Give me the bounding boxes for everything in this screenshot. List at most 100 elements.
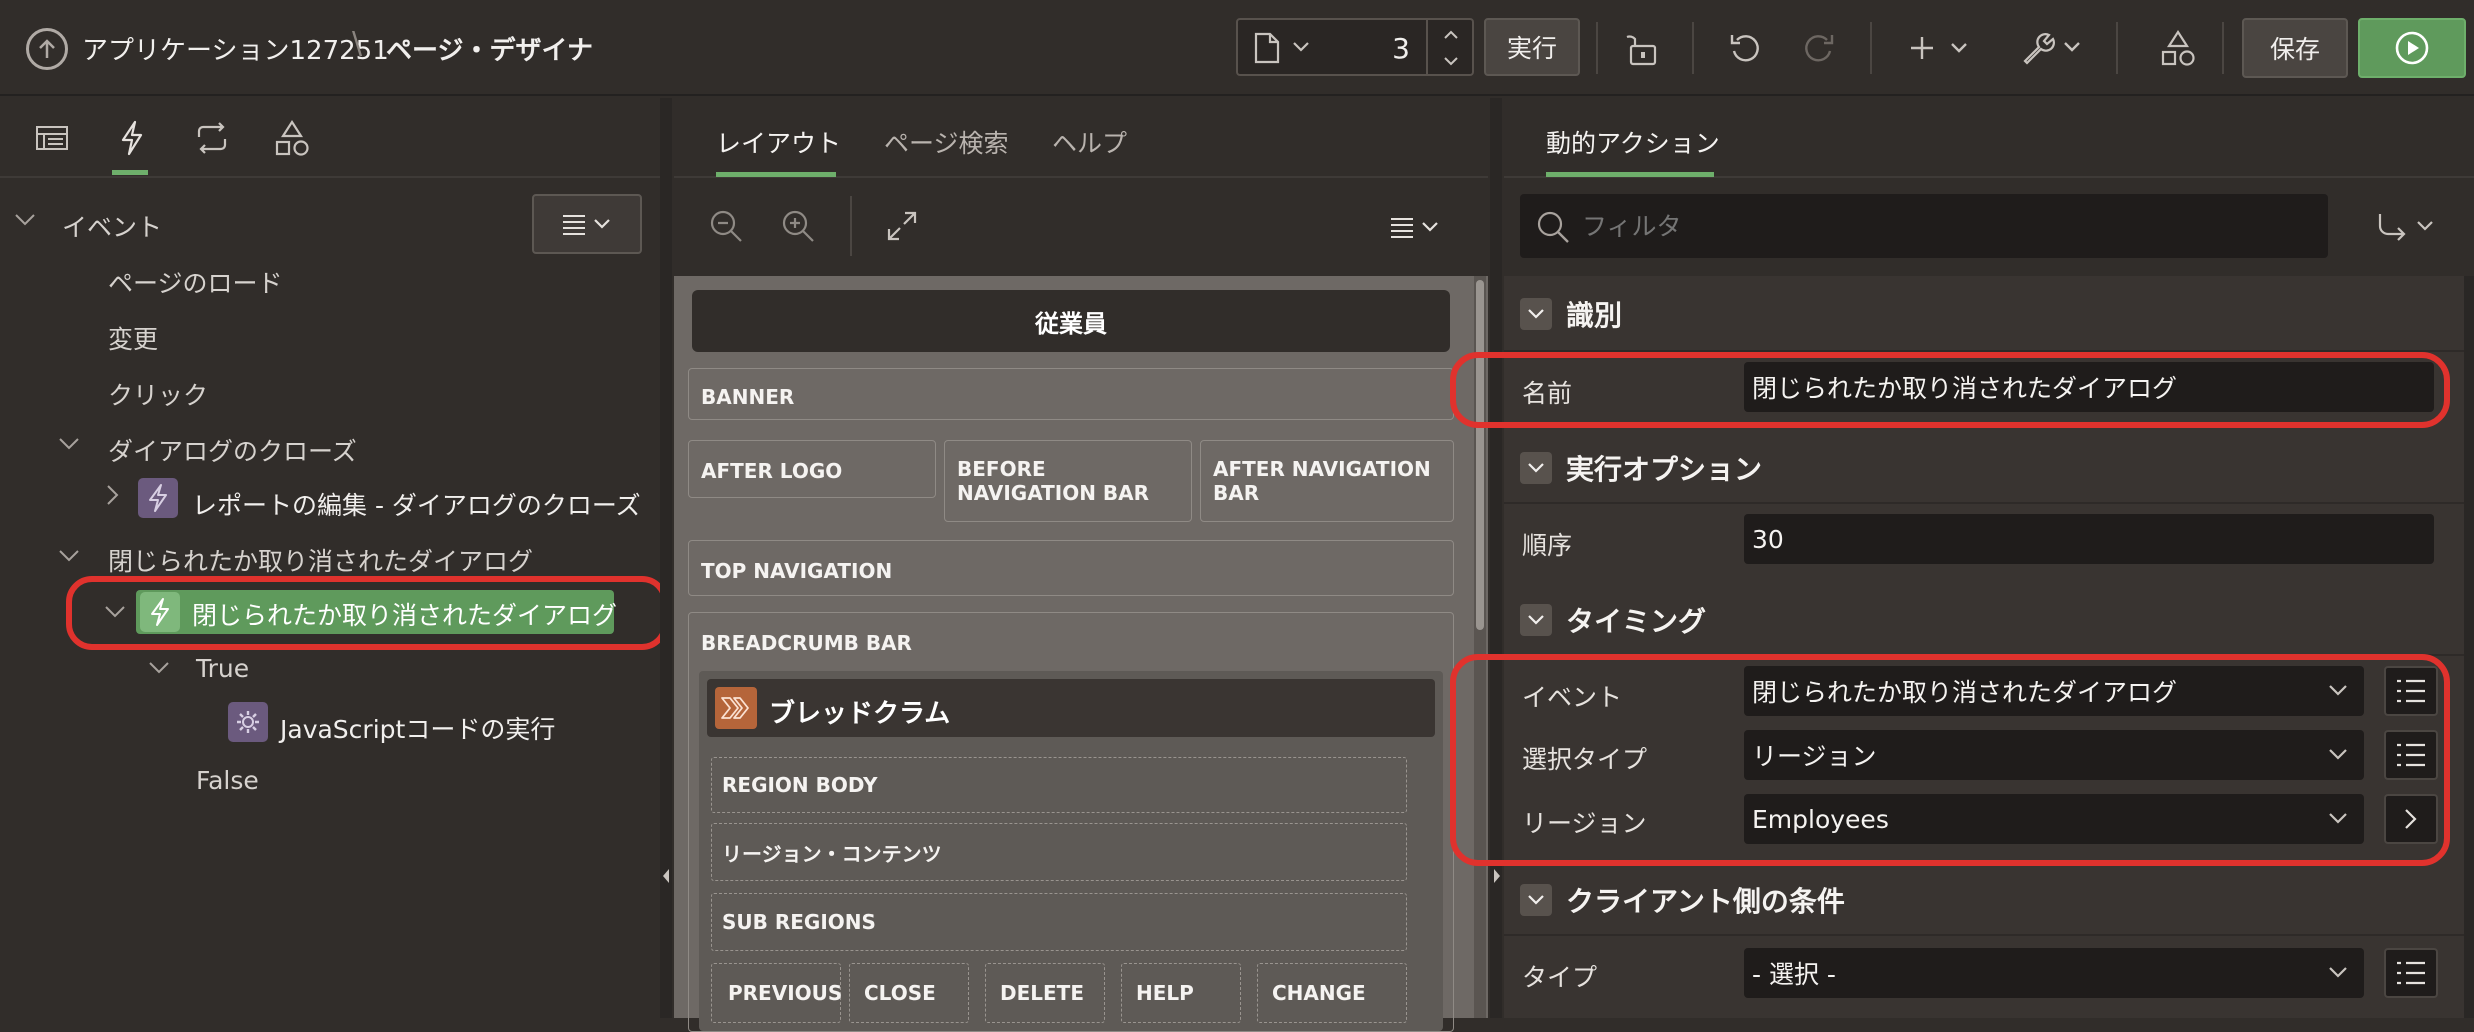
layout-canvas: 従業員 BANNER AFTER LOGO BEFORE NAVIGATION … [674, 276, 1488, 1032]
list-icon [2397, 961, 2425, 985]
chevron-down-icon[interactable] [58, 544, 80, 569]
region-breadcrumb-bar-label: BREADCRUMB BAR [701, 631, 912, 655]
section-identification[interactable]: 識別 [1520, 294, 1622, 334]
type-list-button[interactable] [2384, 948, 2438, 998]
breadcrumb-region-header: ブレッドクラム [707, 679, 1435, 737]
go-to-group-icon[interactable] [2372, 208, 2442, 244]
chevron-down-icon[interactable] [1520, 298, 1552, 330]
section-execution-options[interactable]: 実行オプション [1520, 448, 1762, 488]
save-and-run-button[interactable] [2358, 18, 2466, 78]
region-after-logo[interactable]: AFTER LOGO [688, 440, 936, 498]
page-selector[interactable]: 3 [1236, 18, 1474, 76]
chevron-down-icon[interactable] [1434, 50, 1468, 72]
play-icon [2395, 31, 2429, 65]
chevron-down-icon [2329, 967, 2347, 978]
sequence-input[interactable]: 30 [1744, 514, 2434, 564]
property-scrollbar-track[interactable] [2464, 276, 2474, 1018]
menu-icon[interactable] [1386, 212, 1446, 242]
tree-node-page-load[interactable]: ページのロード [108, 264, 283, 300]
utilities-wrench-icon[interactable] [2018, 28, 2086, 68]
canvas-scrollbar-thumb[interactable] [1476, 280, 1484, 630]
redo-icon[interactable] [1798, 28, 1838, 68]
tree-node-click[interactable]: クリック [108, 376, 208, 412]
chevron-down-icon[interactable] [1290, 34, 1312, 60]
left-pane: イベント ページのロード 変更 クリック ダイアログのクローズ レポートの編集 … [0, 98, 668, 1018]
tree-node-true[interactable]: True [196, 654, 249, 683]
middle-pane: レイアウト ページ検索 ヘルプ 従業員 BANNER AFTER LOGO BE… [674, 98, 1488, 1032]
zoom-in-icon[interactable] [778, 206, 818, 246]
expand-icon[interactable] [882, 206, 922, 246]
region-banner[interactable]: BANNER [688, 368, 1454, 420]
tab-help[interactable]: ヘルプ [1052, 124, 1127, 160]
highlight-box [1450, 654, 2450, 866]
filter-box[interactable] [1520, 194, 2328, 258]
button-position-previous[interactable]: PREVIOUS [711, 963, 842, 1023]
region-top-navigation[interactable]: TOP NAVIGATION [688, 540, 1454, 596]
divider [2222, 22, 2224, 74]
active-tab-indicator [112, 170, 148, 175]
chevron-up-icon[interactable] [1434, 24, 1468, 46]
section-timing[interactable]: タイミング [1520, 600, 1706, 640]
tree-node-dialog-close[interactable]: ダイアログのクローズ [108, 432, 357, 468]
tree-node-false[interactable]: False [196, 766, 259, 795]
region-after-navigation-bar[interactable]: AFTER NAVIGATION BAR [1200, 440, 1454, 522]
chevron-right-icon[interactable] [106, 484, 120, 512]
region-breadcrumb-bar[interactable]: BREADCRUMB BAR ブレッドクラム REGION BODY リージョン… [688, 612, 1454, 1032]
region-before-navigation-bar[interactable]: BEFORE NAVIGATION BAR [944, 440, 1192, 522]
app-name[interactable]: アプリケーション127251 [82, 30, 389, 67]
rendering-tree-icon[interactable] [34, 122, 70, 154]
type-select[interactable]: - 選択 - [1744, 948, 2364, 998]
divider [1692, 22, 1694, 74]
region-content[interactable]: リージョン・コンテンツ [711, 823, 1407, 881]
breadcrumb-region[interactable]: ブレッドクラム REGION BODY リージョン・コンテンツ SUB REGI… [699, 671, 1443, 1031]
chevron-down-icon[interactable] [1520, 452, 1552, 484]
page-icon [1252, 30, 1282, 66]
region-body[interactable]: REGION BODY [711, 757, 1407, 813]
divider [850, 196, 852, 256]
tab-dynamic-action[interactable]: 動的アクション [1546, 124, 1720, 160]
middle-tabs: レイアウト ページ検索 ヘルプ [674, 98, 1488, 178]
tree-menu-button[interactable] [532, 194, 642, 254]
page-title-region[interactable]: 従業員 [692, 290, 1450, 352]
page-number-input[interactable]: 3 [1392, 32, 1410, 65]
up-arrow-icon[interactable] [26, 28, 68, 70]
chevron-down-icon[interactable] [14, 208, 36, 233]
button-position-close[interactable]: CLOSE [849, 963, 969, 1023]
tree-node-js-action[interactable]: JavaScriptコードの実行 [280, 710, 555, 746]
tree-node-dialog-closed-cancelled[interactable]: 閉じられたか取り消されたダイアログ [108, 542, 533, 578]
dynamic-actions-lightning-icon[interactable] [114, 118, 150, 158]
left-pane-tabs [0, 98, 660, 178]
chevron-down-icon[interactable] [1520, 884, 1552, 916]
region-sub-regions[interactable]: SUB REGIONS [711, 893, 1407, 951]
tree-node-events[interactable]: イベント [62, 208, 162, 244]
button-position-delete[interactable]: DELETE [985, 963, 1105, 1023]
shared-components-icon[interactable] [2158, 26, 2198, 70]
menu-icon [563, 215, 610, 235]
section-client-condition[interactable]: クライアント側の条件 [1520, 880, 1845, 920]
unlock-icon[interactable] [1622, 26, 1662, 70]
button-position-help[interactable]: HELP [1121, 963, 1241, 1023]
go-button[interactable]: 実行 [1484, 18, 1580, 76]
chevron-down-icon[interactable] [148, 656, 170, 681]
create-menu-icon[interactable] [1906, 30, 1976, 66]
gear-icon [228, 702, 268, 742]
left-splitter[interactable] [660, 98, 672, 1018]
save-button[interactable]: 保存 [2242, 18, 2348, 78]
zoom-out-icon[interactable] [706, 206, 746, 246]
undo-icon[interactable] [1726, 28, 1766, 68]
chevron-down-icon[interactable] [58, 432, 80, 457]
shared-components-icon[interactable] [272, 118, 312, 158]
property-editor-pane: 動的アクション 識別 名前 閉じられたか取り消されたダイアログ 実行オプション … [1450, 98, 2474, 1018]
tab-page-search[interactable]: ページ検索 [884, 124, 1009, 160]
processing-icon[interactable] [192, 120, 232, 156]
filter-input[interactable] [1582, 206, 2282, 246]
tree-node-edit-report-close[interactable]: レポートの編集 - ダイアログのクローズ [192, 486, 641, 522]
tree-node-change[interactable]: 変更 [108, 320, 158, 356]
chevron-down-icon[interactable] [1520, 604, 1552, 636]
right-splitter[interactable] [1490, 98, 1502, 1018]
button-position-change[interactable]: CHANGE [1257, 963, 1407, 1023]
breadcrumb-region-title: ブレッドクラム [769, 699, 951, 729]
region-after-logo-label: AFTER LOGO [701, 459, 843, 483]
top-header: アプリケーション127251 \ ページ・デザイナ 3 実行 保存 [0, 0, 2474, 96]
tab-layout[interactable]: レイアウト [716, 124, 841, 160]
